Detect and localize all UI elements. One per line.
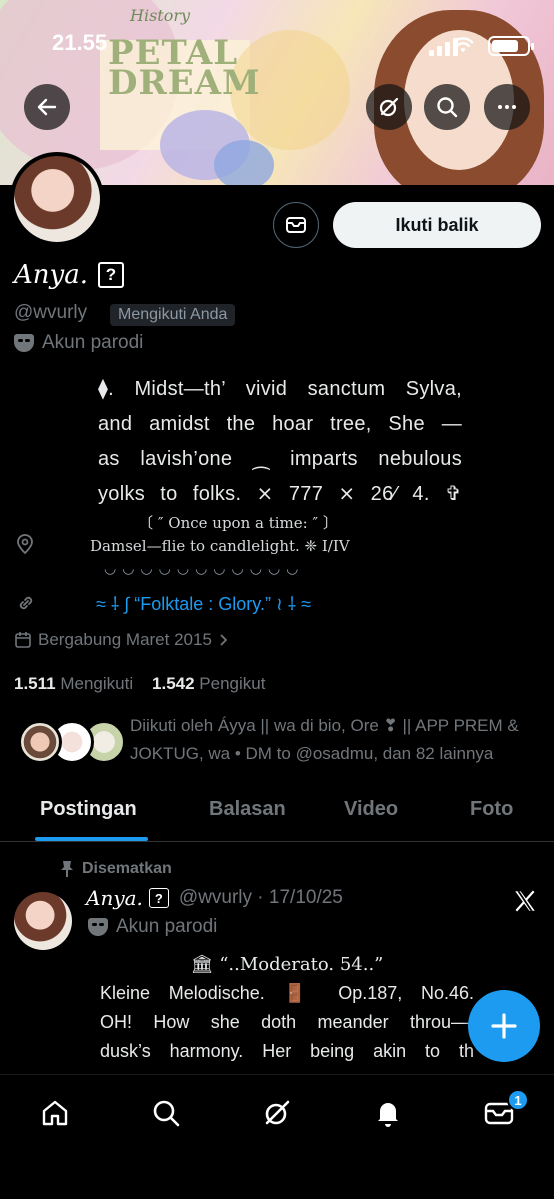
decorative-dots: ◡◡◡◡◡◡◡◡◡◡◡ [104,560,305,576]
more-icon [498,105,516,109]
message-button[interactable] [273,202,319,248]
bio-line: ⧫. Midst—th’ vivid sanctum Sylva, [98,378,462,400]
home-icon [42,1100,68,1126]
post-line: OH! How she doth meander throu—t [100,1012,474,1032]
banner-tag: History [130,6,191,25]
search-icon [437,97,458,118]
more-button[interactable] [484,84,530,130]
profile-link[interactable]: ≈ ⸸ ∫ “Folktale : Glory.” ≀ ⸸ ≈ [96,592,311,616]
joined-date[interactable]: Bergabung Maret 2015 [14,630,230,650]
calendar-icon [15,632,31,648]
grok-button[interactable] [366,84,412,130]
tab-replies[interactable]: Balasan [209,798,286,821]
follower-avatar[interactable] [18,720,62,764]
followed-by-text[interactable]: Diikuti oleh Áyya || wa di bio, Ore ❣ ||… [130,712,540,768]
followers-count[interactable]: 1.542 [152,674,195,693]
profile-banner[interactable]: History PETAL DREAM [0,0,554,185]
pin-icon [61,861,73,877]
followers-label[interactable]: Pengikut [199,674,265,693]
display-name: Anya. ? [14,260,124,290]
profile-tabs: Postingan Balasan Video Foto [0,786,554,842]
nav-home[interactable] [37,1095,73,1131]
user-handle: @wvurly [14,302,88,323]
bio-line: as lavish’one ⁔ imparts nebulous [98,448,462,470]
search-icon [153,1100,180,1127]
grok-icon [265,1100,290,1125]
post-handle-time: @wvurly · 17/10/25 [178,887,343,908]
nav-grok[interactable] [259,1095,295,1131]
x-logo-icon[interactable] [512,888,538,914]
profile-bio: ⧫. Midst—th’ vivid sanctum Sylva, and am… [98,372,462,512]
status-time: 21.55 [52,30,108,55]
status-bar: 21.55 [0,30,554,60]
post-line: Kleine Melodische. 🚪 Op.187, No.46. [100,983,474,1003]
mask-icon [88,918,108,936]
battery-icon [488,36,534,56]
compose-button[interactable] [468,990,540,1062]
bio-line: and amidst the hoar tree, She — [98,413,462,435]
bottom-navigation [0,1074,554,1199]
tab-posts[interactable]: Postingan [40,798,137,821]
post-line: dusk’s harmony. Her being akin to th [100,1041,474,1061]
post-author[interactable]: Anya. ? @wvurly · 17/10/25 [86,886,343,910]
bio-line: yolks to folks. ⨯ 777 ⨯ 26⁄ 4. ✞ [98,483,462,505]
follow-counts[interactable]: 1.511 Mengikuti 1.542 Pengikut [14,674,265,694]
chevron-right-icon [220,634,228,646]
following-label[interactable]: Mengikuti [60,674,133,693]
arrow-left-icon [37,98,57,116]
messages-badge: 1 [507,1089,529,1111]
follow-back-button[interactable]: Ikuti balik [333,202,541,248]
search-button[interactable] [424,84,470,130]
grok-icon [379,97,399,117]
tab-video[interactable]: Video [344,798,398,821]
post-body[interactable]: 🏛 “..Moderato. 54..” Kleine Melodische. … [100,950,474,1066]
pinned-label: Disematkan [60,860,172,878]
back-button[interactable] [24,84,70,130]
nav-search[interactable] [148,1095,184,1131]
parody-label: Akun parodi [14,332,143,354]
link-icon [19,596,33,610]
tab-photos[interactable]: Foto [470,798,513,821]
post-line: 🏛 “..Moderato. 54..” [190,954,384,975]
nav-notifications[interactable] [370,1095,406,1131]
profile-avatar[interactable] [10,152,104,246]
bell-icon [378,1103,398,1127]
wifi-icon [452,37,474,53]
profile-location: 〔 ″ Once upon a time: ″ 〕 Damsel—flie to… [90,514,350,555]
location-icon [17,534,33,554]
unknown-glyph-icon: ? [97,262,124,288]
follows-you-badge: Mengikuti Anda [110,304,236,326]
envelope-icon [286,217,306,233]
post-avatar[interactable] [14,892,72,950]
mask-icon [14,334,34,352]
active-tab-indicator [35,837,148,841]
following-count[interactable]: 1.511 [14,674,56,693]
plus-icon [491,1013,517,1039]
unknown-glyph-icon: ? [148,888,169,908]
post-parody-label: Akun parodi [88,916,217,938]
